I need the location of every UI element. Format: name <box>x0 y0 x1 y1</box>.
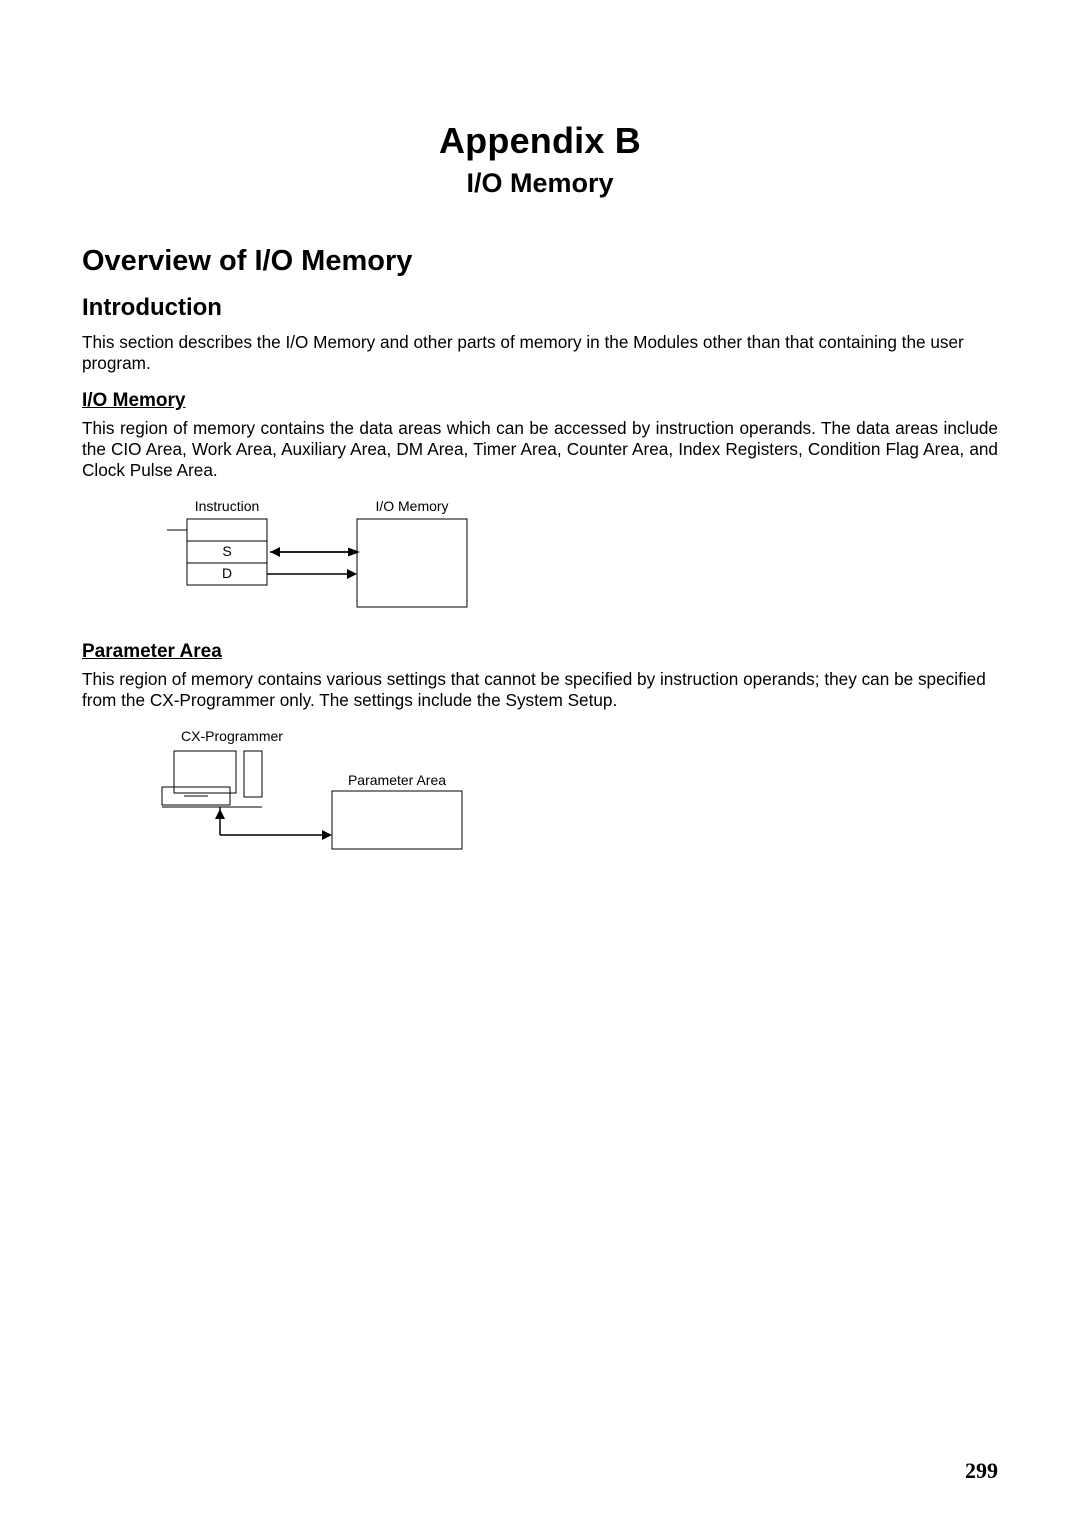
s-cell: S <box>222 543 231 559</box>
introduction-heading: Introduction <box>82 294 998 322</box>
d-cell: D <box>222 565 232 581</box>
io-memory-diagram: Instruction I/O Memory S D <box>132 497 998 617</box>
parameter-area-label: Parameter Area <box>348 772 446 788</box>
io-memory-text: This region of memory contains the data … <box>82 418 998 481</box>
appendix-title: Appendix B <box>82 120 998 162</box>
page: Appendix B I/O Memory Overview of I/O Me… <box>0 0 1080 1528</box>
parameter-area-diagram: CX-Programmer Parameter Area <box>132 727 998 872</box>
instruction-label: Instruction <box>195 498 260 514</box>
parameter-area-text: This region of memory contains various s… <box>82 669 998 711</box>
cx-programmer-label: CX-Programmer <box>181 728 283 744</box>
parameter-area-heading: Parameter Area <box>82 641 998 663</box>
introduction-text: This section describes the I/O Memory an… <box>82 332 998 374</box>
appendix-header: Appendix B I/O Memory <box>82 120 998 199</box>
io-memory-label: I/O Memory <box>375 498 448 514</box>
page-number: 299 <box>965 1458 998 1484</box>
overview-heading: Overview of I/O Memory <box>82 245 998 278</box>
io-memory-heading: I/O Memory <box>82 390 998 412</box>
appendix-subtitle: I/O Memory <box>82 168 998 199</box>
